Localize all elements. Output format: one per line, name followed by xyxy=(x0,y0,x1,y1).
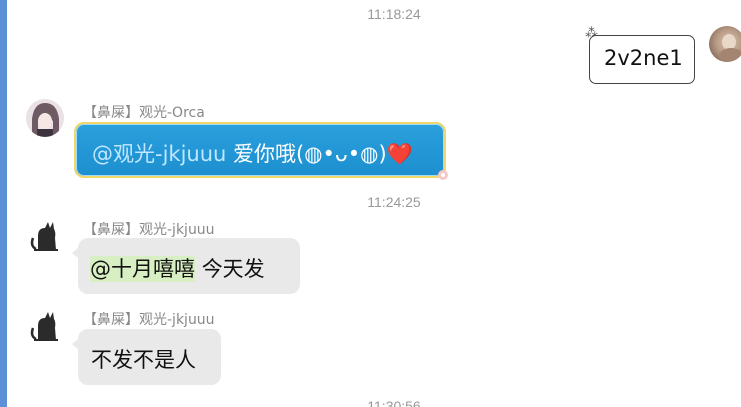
sender-name: 【鼻屎】观光-jkjuuu xyxy=(83,312,215,328)
message-bubble[interactable]: @观光-jkjuuu 爱你哦(◍•ᴗ•◍)❤️ xyxy=(74,122,448,180)
anime-girl-avatar[interactable] xyxy=(26,99,64,137)
black-cat-icon xyxy=(30,222,58,251)
message-bubble[interactable]: @十月嘻嘻 今天发 xyxy=(72,238,300,294)
black-cat-avatar[interactable] xyxy=(26,306,64,344)
mention-link[interactable]: @十月嘻嘻 xyxy=(90,256,195,282)
timestamp: 11:30:56 xyxy=(367,398,421,407)
avatar-photo-icon xyxy=(719,34,741,62)
bubble-decoration-icon xyxy=(438,170,448,180)
message-text: 不发不是人 xyxy=(91,348,196,372)
anime-girl-icon xyxy=(26,99,64,137)
sender-name: 【鼻屎】观光-jkjuuu xyxy=(83,222,215,238)
black-cat-icon xyxy=(30,312,58,341)
message-bubble[interactable]: 2v2ne1 xyxy=(589,35,695,84)
timestamp: 11:24:25 xyxy=(367,194,421,210)
message-text: 爱你哦(◍•ᴗ•◍) xyxy=(233,142,387,166)
message-text: 2v2ne1 xyxy=(604,46,683,70)
black-cat-avatar[interactable] xyxy=(26,216,64,254)
timestamp: 11:18:24 xyxy=(367,6,421,22)
user-photo-avatar[interactable] xyxy=(709,26,741,62)
heart-emoji: ❤️ xyxy=(386,142,413,166)
message-text: 今天发 xyxy=(201,257,265,281)
sender-name: 【鼻屎】观光-Orca xyxy=(83,105,205,121)
mention-link[interactable]: @观光-jkjuuu xyxy=(92,142,226,166)
message-bubble[interactable]: 不发不是人 xyxy=(72,329,221,385)
chat-window: 11:18:24 ⁂ 2v2ne1 【鼻屎】观光-Orca @观光-jkjuuu xyxy=(0,0,741,407)
